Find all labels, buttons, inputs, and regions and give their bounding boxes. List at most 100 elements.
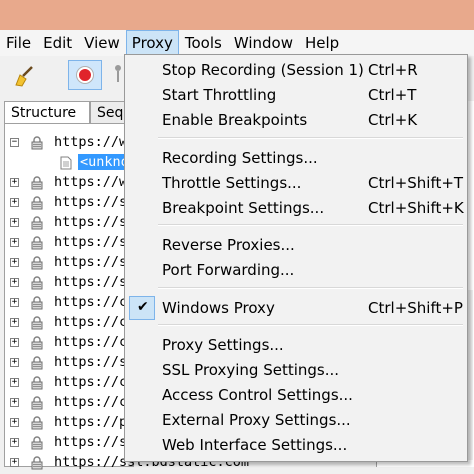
menu-separator	[158, 324, 463, 326]
tree-host-row[interactable]: + https://s	[6, 273, 134, 293]
expand-icon[interactable]: +	[10, 398, 19, 407]
menu-item-label: Throttle Settings...	[162, 174, 302, 192]
tree-host-row[interactable]: + https://c	[6, 293, 134, 313]
host-label: https://c	[54, 394, 128, 410]
tree-host-row[interactable]: + https://s	[6, 353, 134, 373]
host-label: https://s	[54, 234, 128, 250]
expand-icon[interactable]: +	[10, 378, 19, 387]
proxy-menu-dropdown: Stop Recording (Session 1) Ctrl+R Start Th…	[124, 54, 468, 462]
record-button[interactable]	[68, 60, 102, 90]
menu-file[interactable]: File	[0, 30, 37, 56]
host-label: https://c	[54, 314, 128, 330]
expand-icon[interactable]: +	[10, 318, 19, 327]
menu-item-label: Access Control Settings...	[162, 386, 353, 404]
tree-host-row[interactable]: + https://p	[6, 413, 134, 433]
host-label: https://c	[54, 374, 128, 390]
expand-icon[interactable]: +	[10, 198, 19, 207]
tree-host-row[interactable]: + https://s	[6, 433, 134, 453]
menu-item-enable-breakpoints[interactable]: Enable Breakpoints Ctrl+K	[127, 108, 465, 133]
menu-item-label: Port Forwarding...	[162, 261, 295, 279]
broom-icon[interactable]	[12, 64, 36, 88]
tree-host-row[interactable]: + https://c	[6, 333, 134, 353]
tree-host-row[interactable]: + https://c	[6, 313, 134, 333]
menu-item-shortcut: Ctrl+Shift+P	[368, 299, 463, 317]
lock-icon	[30, 356, 44, 370]
host-label: https://w	[54, 134, 128, 150]
lock-icon	[30, 456, 44, 470]
menu-item-ssl-proxying-settings[interactable]: SSL Proxying Settings...	[127, 358, 465, 383]
expand-icon[interactable]: +	[10, 178, 19, 187]
expand-icon[interactable]: +	[10, 458, 19, 467]
menu-item-shortcut: Ctrl+R	[368, 61, 418, 79]
menu-item-breakpoint-settings[interactable]: Breakpoint Settings... Ctrl+Shift+K	[127, 196, 465, 221]
host-label: https://c	[54, 294, 128, 310]
throttle-icon[interactable]	[112, 64, 124, 84]
expand-icon[interactable]: +	[10, 218, 19, 227]
tree-host-row[interactable]: + https://c	[6, 373, 134, 393]
menu-window[interactable]: Window	[228, 30, 299, 56]
menu-item-label: Reverse Proxies...	[162, 236, 295, 254]
menu-item-web-interface-settings[interactable]: Web Interface Settings...	[127, 433, 465, 458]
menu-item-stop-recording-session-1[interactable]: Stop Recording (Session 1) Ctrl+R	[127, 58, 465, 83]
record-icon	[77, 67, 93, 83]
expand-icon[interactable]: +	[10, 258, 19, 267]
menu-item-reverse-proxies[interactable]: Reverse Proxies...	[127, 233, 465, 258]
tree-host-row[interactable]: + https://c	[6, 393, 134, 413]
menu-item-proxy-settings[interactable]: Proxy Settings...	[127, 333, 465, 358]
menu-item-recording-settings[interactable]: Recording Settings...	[127, 146, 465, 171]
menu-separator	[158, 287, 463, 289]
check-indicator: ✔	[129, 296, 155, 320]
expand-icon[interactable]: +	[10, 438, 19, 447]
tree-host-row[interactable]: + https://s	[6, 233, 134, 253]
expand-icon[interactable]: +	[10, 278, 19, 287]
lock-icon	[30, 376, 44, 390]
menu-item-start-throttling[interactable]: Start Throttling Ctrl+T	[127, 83, 465, 108]
menu-item-throttle-settings[interactable]: Throttle Settings... Ctrl+Shift+T	[127, 171, 465, 196]
lock-icon	[30, 256, 44, 270]
expand-icon[interactable]: +	[10, 238, 19, 247]
tree-host-row[interactable]: + https://s	[6, 193, 134, 213]
menu-edit[interactable]: Edit	[37, 30, 78, 56]
menu-item-label: Web Interface Settings...	[162, 436, 348, 454]
lock-icon	[30, 296, 44, 310]
tab-structure[interactable]: Structure	[4, 101, 90, 124]
document-icon	[60, 156, 72, 170]
menu-separator	[158, 137, 463, 139]
tree-child-row[interactable]: <unkno	[6, 153, 134, 173]
tree-host-row[interactable]: + https://ssl.bdstatic.com	[6, 453, 249, 473]
menu-view[interactable]: View	[78, 30, 126, 56]
lock-icon	[30, 196, 44, 210]
host-label: https://s	[54, 254, 128, 270]
menu-item-label: SSL Proxying Settings...	[162, 361, 340, 379]
menu-item-label: Windows Proxy	[162, 299, 275, 317]
tree-host-row[interactable]: + https://w	[6, 173, 134, 193]
collapse-icon[interactable]: −	[10, 138, 19, 147]
menu-help[interactable]: Help	[299, 30, 345, 56]
menu-item-external-proxy-settings[interactable]: External Proxy Settings...	[127, 408, 465, 433]
expand-icon[interactable]: +	[10, 298, 19, 307]
menu-item-shortcut: Ctrl+Shift+T	[368, 174, 464, 192]
lock-icon	[30, 176, 44, 190]
menu-item-label: External Proxy Settings...	[162, 411, 351, 429]
menu-item-label: Proxy Settings...	[162, 336, 284, 354]
host-label: https://s	[54, 274, 128, 290]
menu-item-label: Recording Settings...	[162, 149, 318, 167]
lock-icon	[30, 336, 44, 350]
host-label: https://s	[54, 434, 128, 450]
expand-icon[interactable]: +	[10, 338, 19, 347]
menu-bar: File Edit View Proxy Tools Window Help	[0, 30, 474, 56]
tree-host-row[interactable]: + https://s	[6, 213, 134, 233]
menu-tools[interactable]: Tools	[179, 30, 228, 56]
lock-icon	[30, 236, 44, 250]
tree-host-row[interactable]: − https://w	[6, 133, 134, 153]
lock-icon	[30, 136, 44, 150]
menu-item-windows-proxy[interactable]: ✔ Windows Proxy Ctrl+Shift+P	[127, 296, 465, 321]
expand-icon[interactable]: +	[10, 358, 19, 367]
menu-item-port-forwarding[interactable]: Port Forwarding...	[127, 258, 465, 283]
tree-host-row[interactable]: + https://s	[6, 253, 134, 273]
menu-item-access-control-settings[interactable]: Access Control Settings...	[127, 383, 465, 408]
host-label: https://p	[54, 414, 128, 430]
expand-icon[interactable]: +	[10, 418, 19, 427]
host-label: https://c	[54, 334, 128, 350]
menu-proxy[interactable]: Proxy	[125, 30, 179, 56]
